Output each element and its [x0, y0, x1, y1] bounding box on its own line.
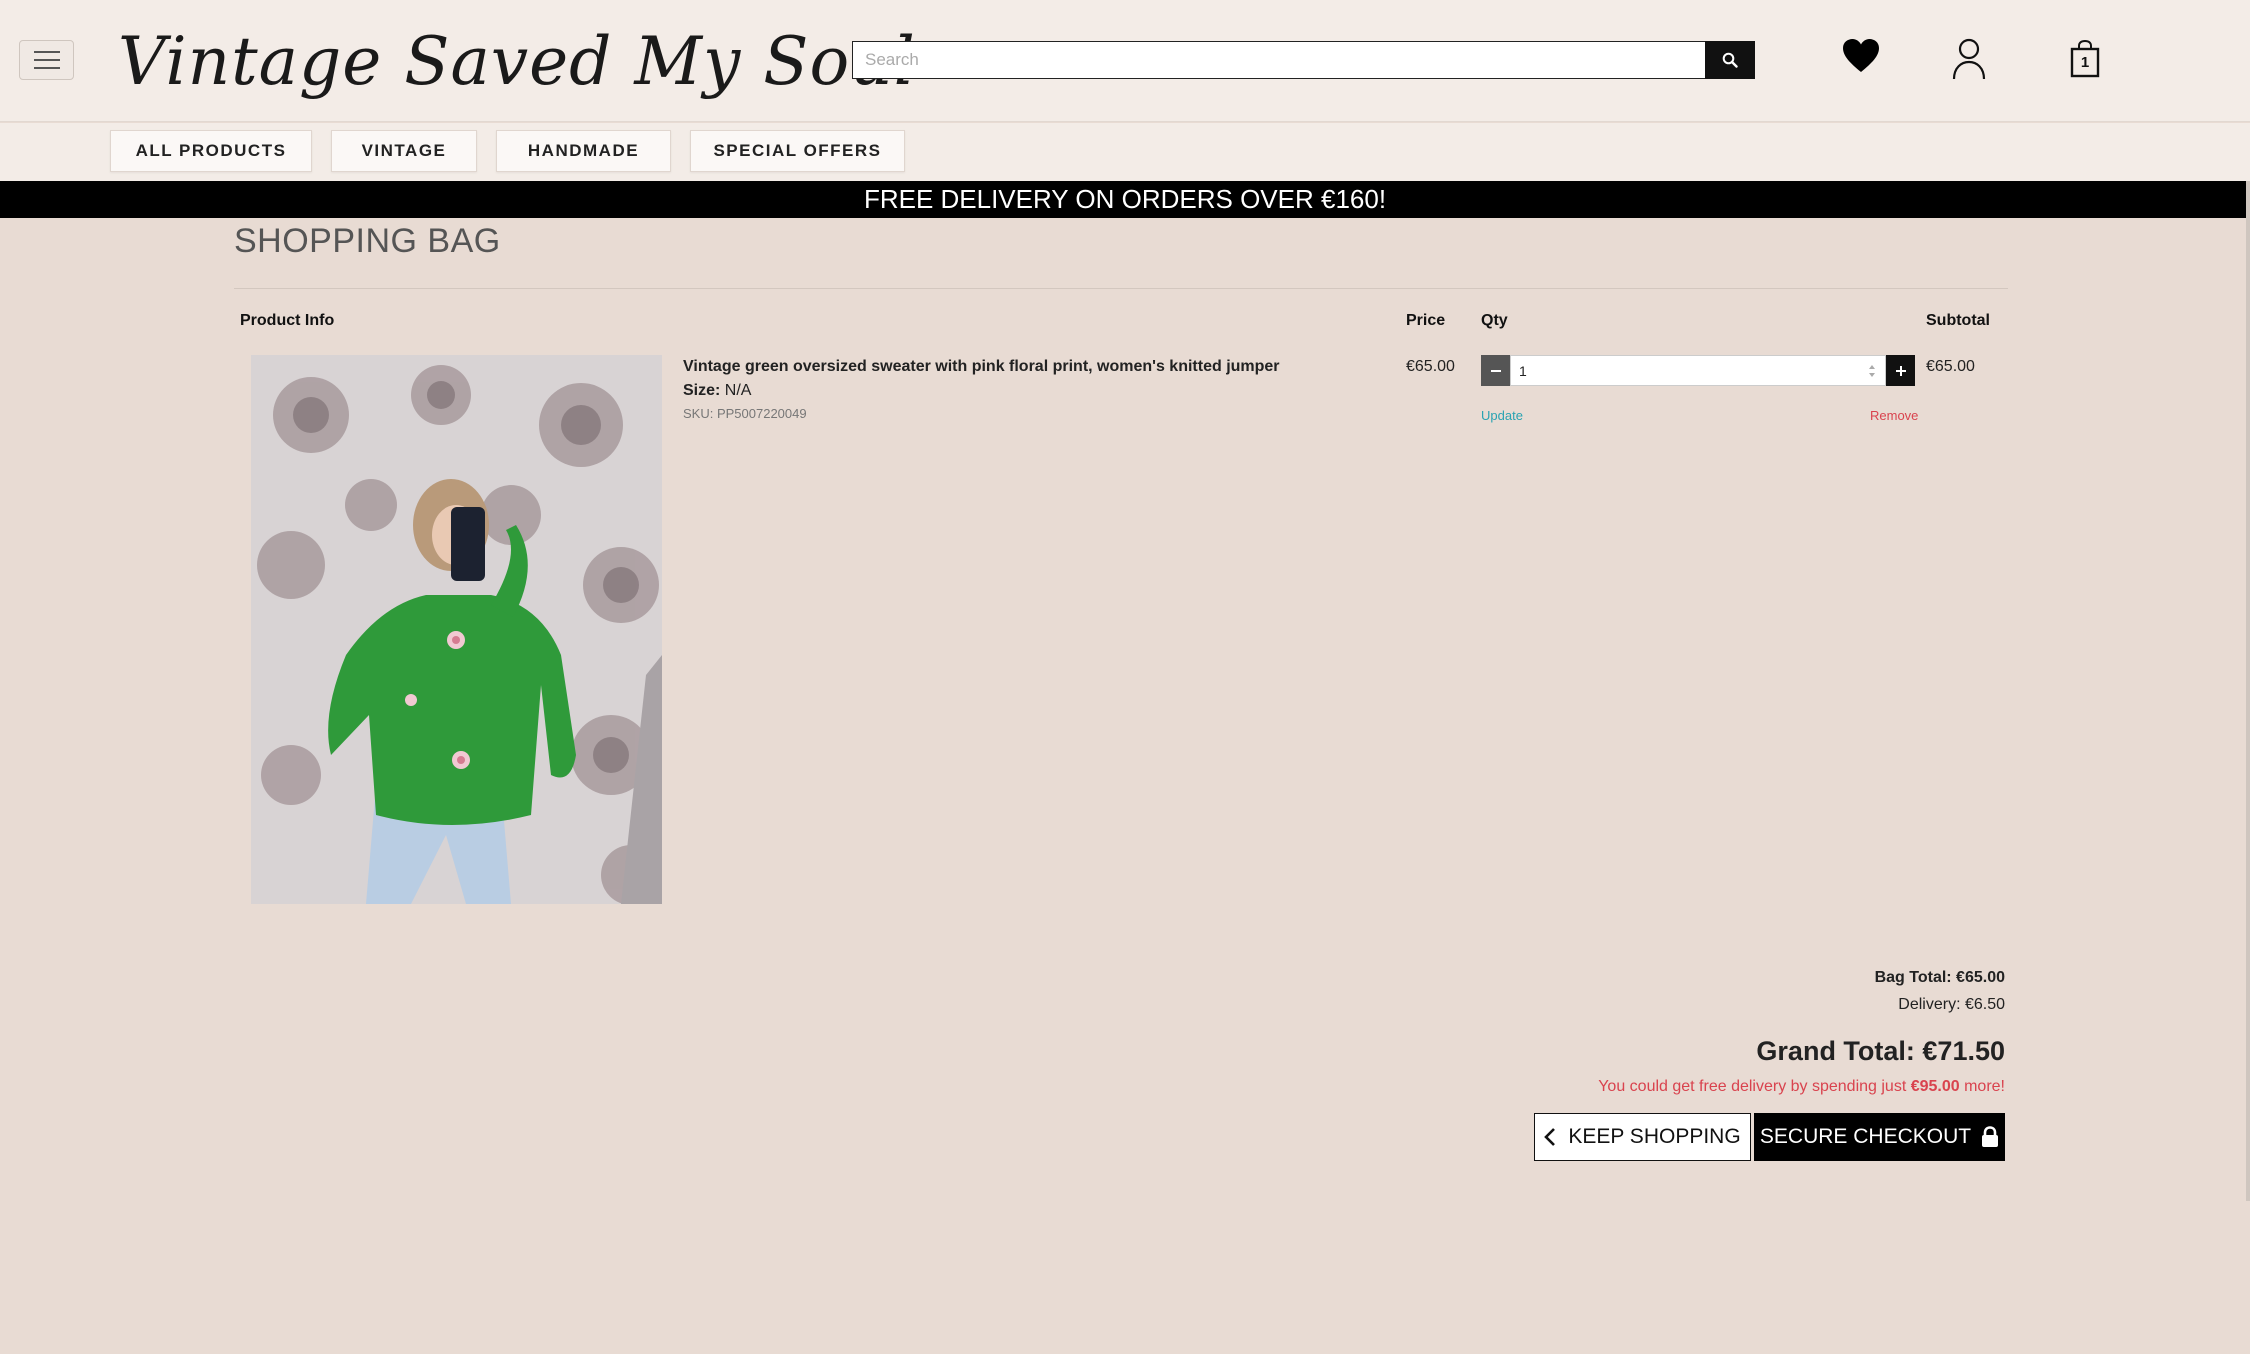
free-delivery-note: You could get free delivery by spending … — [1598, 1078, 2005, 1095]
plus-icon — [1895, 365, 1906, 376]
update-link[interactable]: Update — [1481, 408, 1523, 423]
nav-handmade[interactable]: HANDMADE — [496, 130, 671, 172]
qty-decrement-button[interactable] — [1481, 355, 1510, 386]
nav-special-offers[interactable]: SPECIAL OFFERS — [690, 130, 905, 172]
qty-increment-button[interactable] — [1886, 355, 1915, 386]
logo-text: Vintage Saved My Soul — [118, 23, 916, 100]
product-photo — [251, 355, 662, 904]
divider — [234, 288, 2008, 289]
product-sku: SKU: PP5007220049 — [683, 406, 807, 421]
product-image[interactable] — [251, 355, 662, 904]
free-delivery-banner: FREE DELIVERY ON ORDERS OVER €160! — [0, 181, 2250, 218]
site-header: Vintage Saved My Soul 1 — [0, 0, 2250, 122]
page-scrollbar[interactable] — [2246, 181, 2250, 1201]
user-icon — [1952, 38, 1986, 80]
quantity-stepper: 1 — [1481, 355, 1915, 386]
spinner-arrows-icon — [1869, 365, 1875, 377]
keep-shopping-button[interactable]: KEEP SHOPPING — [1534, 1113, 1751, 1161]
search-input[interactable] — [852, 41, 1705, 79]
remove-link[interactable]: Remove — [1870, 408, 1918, 423]
delivery-cost: Delivery: €6.50 — [1898, 996, 2005, 1013]
secure-checkout-label: SECURE CHECKOUT — [1759, 1125, 1972, 1148]
product-name[interactable]: Vintage green oversized sweater with pin… — [683, 358, 1280, 376]
free-delivery-amount: €95.00 — [1910, 1078, 1960, 1095]
column-header-subtotal: Subtotal — [1926, 312, 1990, 329]
search-button[interactable] — [1705, 41, 1755, 79]
site-logo[interactable]: Vintage Saved My Soul — [118, 14, 916, 110]
product-price: €65.00 — [1406, 358, 1455, 375]
secure-checkout-button[interactable]: SECURE CHECKOUT — [1754, 1113, 2005, 1161]
lock-icon — [1982, 1126, 1999, 1147]
wishlist-button[interactable] — [1842, 38, 1880, 79]
product-subtotal: €65.00 — [1926, 358, 1975, 375]
account-button[interactable] — [1952, 38, 1986, 85]
heart-icon — [1843, 39, 1879, 72]
column-header-qty: Qty — [1481, 312, 1508, 329]
keep-shopping-label: KEEP SHOPPING — [1568, 1125, 1741, 1148]
search-bar — [852, 41, 1755, 79]
main-nav: ALL PRODUCTS VINTAGE HANDMADE SPECIAL OF… — [0, 123, 2250, 181]
bag-total: Bag Total: €65.00 — [1874, 969, 2005, 986]
grand-total: Grand Total: €71.50 — [1756, 1036, 2005, 1066]
minus-icon — [1490, 369, 1501, 372]
bag-count-badge: 1 — [2080, 54, 2090, 71]
hamburger-icon — [33, 51, 60, 53]
shopping-bag-button[interactable]: 1 — [2070, 39, 2100, 83]
page-title: SHOPPING BAG — [234, 222, 501, 260]
nav-all-products[interactable]: ALL PRODUCTS — [110, 130, 312, 172]
quantity-input[interactable]: 1 — [1510, 355, 1886, 386]
chevron-left-icon — [1544, 1128, 1556, 1146]
nav-vintage[interactable]: VINTAGE — [331, 130, 477, 172]
size-label: Size: — [683, 382, 721, 399]
product-size: Size: N/A — [683, 382, 751, 400]
quantity-value: 1 — [1519, 362, 1527, 379]
menu-button[interactable] — [19, 40, 74, 80]
column-header-product-info: Product Info — [240, 312, 335, 329]
search-icon — [1722, 52, 1738, 68]
size-value: N/A — [724, 382, 752, 399]
column-header-price: Price — [1406, 312, 1446, 329]
